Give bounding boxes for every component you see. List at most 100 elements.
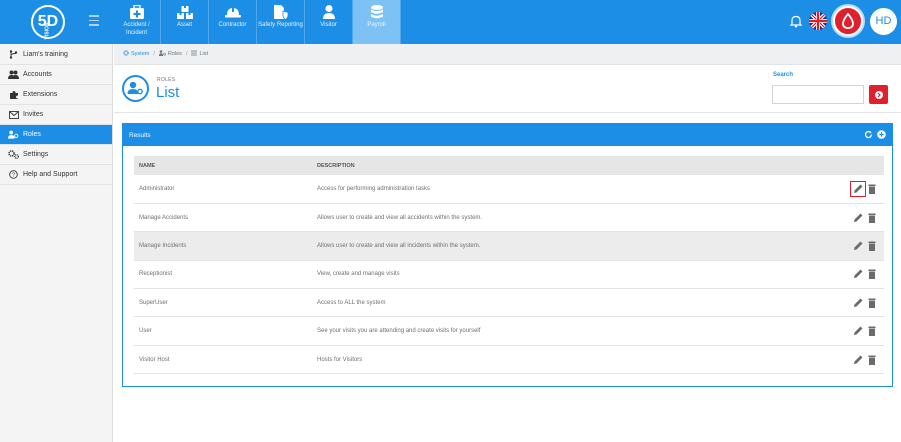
sidebar-item-label: Help and Support	[23, 171, 78, 178]
delete-trash-icon[interactable]	[866, 183, 878, 195]
logo-area: VISION 5D	[0, 0, 113, 44]
role-description: See your visits you are attending and cr…	[317, 328, 481, 335]
results-tools	[864, 130, 886, 141]
table-row[interactable]: Visitor Host Hosts for Visitors	[134, 345, 884, 374]
delete-trash-icon[interactable]	[866, 212, 878, 224]
alert-drop-button[interactable]	[833, 6, 863, 36]
cog-icon	[123, 50, 129, 58]
module-contractor[interactable]: Contractor	[209, 0, 257, 44]
table-row[interactable]: Manage Accidents Allows user to create a…	[134, 203, 884, 232]
top-bar: VISION 5D Accident / Incident Asset Contr…	[0, 0, 901, 44]
search-button[interactable]	[869, 85, 888, 104]
person-icon	[320, 4, 338, 20]
edit-pencil-icon[interactable]	[852, 354, 864, 366]
report-shield-icon	[272, 4, 290, 20]
edit-pencil-icon[interactable]	[850, 180, 867, 197]
sidebar-item-extensions[interactable]: Extensions	[0, 85, 112, 105]
drop-icon	[842, 12, 854, 29]
role-name: SuperUser	[139, 299, 168, 306]
breadcrumb-roles[interactable]: Roles	[168, 51, 182, 57]
search-label: Search	[773, 72, 794, 78]
search-go-icon	[874, 90, 883, 99]
column-header-actions	[844, 156, 884, 175]
module-asset[interactable]: Asset	[161, 0, 209, 44]
breadcrumb-system[interactable]: System	[131, 51, 149, 57]
module-safety-reporting[interactable]: Safety Reporting	[257, 0, 305, 44]
page-header: ROLES List Search	[114, 65, 901, 113]
module-payroll[interactable]: Payroll	[353, 0, 401, 44]
refresh-icon[interactable]	[864, 130, 873, 141]
search-input[interactable]	[772, 85, 864, 104]
delete-trash-icon[interactable]	[866, 325, 878, 337]
role-name: Manage Incidents	[139, 242, 187, 249]
role-name: Manage Accidents	[139, 214, 189, 221]
table-row[interactable]: Manage Incidents Allows user to create a…	[134, 231, 884, 261]
column-header-description[interactable]: DESCRIPTION	[312, 156, 844, 175]
module-accident-incident[interactable]: Accident / Incident	[113, 0, 161, 44]
role-description: Allows user to create and view all accid…	[317, 214, 483, 221]
sidebar-item-label: Extensions	[23, 91, 58, 98]
user-avatar[interactable]: HD	[870, 8, 897, 35]
svg-text:?: ?	[12, 173, 15, 179]
sidebar-item-settings[interactable]: Settings	[0, 145, 112, 165]
uk-flag-icon[interactable]	[809, 12, 827, 30]
delete-trash-icon[interactable]	[866, 268, 878, 280]
boxes-icon	[176, 4, 194, 20]
sidebar-item-roles[interactable]: Roles	[0, 125, 112, 145]
delete-trash-icon[interactable]	[866, 354, 878, 366]
add-icon[interactable]	[877, 130, 886, 141]
delete-trash-icon[interactable]	[866, 297, 878, 309]
coins-icon	[368, 4, 386, 20]
sidebar-item-training[interactable]: Liam's training	[0, 44, 112, 65]
list-icon	[191, 50, 198, 58]
branch-icon	[8, 49, 19, 59]
roles-table: NAME DESCRIPTION Administrator Access fo…	[134, 156, 884, 374]
module-nav: Accident / Incident Asset Contractor Saf…	[113, 0, 401, 44]
role-name: Administrator	[139, 185, 175, 192]
column-header-name[interactable]: NAME	[134, 156, 312, 175]
delete-trash-icon[interactable]	[866, 240, 878, 252]
role-name: Receptionist	[139, 271, 173, 278]
role-description: View, create and manage visits	[317, 271, 400, 278]
table-row[interactable]: Administrator Access for performing admi…	[134, 175, 884, 204]
row-actions	[844, 345, 884, 373]
sidebar-item-label: Liam's training	[23, 50, 68, 58]
sidebar-item-help[interactable]: ? Help and Support	[0, 165, 112, 185]
role-name: Visitor Host	[139, 356, 170, 363]
edit-pencil-icon[interactable]	[852, 325, 864, 337]
sidebar-item-invites[interactable]: Invites	[0, 105, 112, 125]
results-header: Results	[123, 124, 892, 146]
role-description: Access for performing administration tas…	[317, 185, 431, 192]
hard-hat-icon	[224, 4, 242, 20]
edit-pencil-icon[interactable]	[852, 297, 864, 309]
edit-pencil-icon[interactable]	[852, 268, 864, 280]
role-description: Access to ALL the system	[317, 299, 386, 306]
edit-pencil-icon[interactable]	[852, 240, 864, 252]
module-visitor[interactable]: Visitor	[305, 0, 353, 44]
bell-icon[interactable]	[789, 14, 803, 28]
envelope-icon	[8, 110, 19, 119]
user-key-icon	[8, 130, 19, 139]
row-actions	[844, 232, 884, 260]
users-icon	[8, 70, 19, 79]
table-row[interactable]: SuperUser Access to ALL the system	[134, 289, 884, 317]
table-header-row: NAME DESCRIPTION	[134, 156, 884, 175]
menu-toggle-icon[interactable]	[89, 15, 99, 27]
sidebar-item-label: Invites	[23, 111, 44, 118]
row-actions	[844, 203, 884, 231]
page-subtitle: ROLES	[157, 77, 176, 83]
breadcrumb-list: List	[199, 51, 209, 57]
cogs-icon	[8, 150, 19, 159]
sidebar-item-accounts[interactable]: Accounts	[0, 65, 112, 85]
table-row[interactable]: User See your visits you are attending a…	[134, 317, 884, 346]
breadcrumb: System / Roles / List	[114, 44, 901, 65]
app-logo[interactable]: VISION 5D	[31, 5, 65, 39]
sidebar-item-label: Accounts	[23, 71, 52, 78]
role-name: User	[139, 328, 152, 335]
puzzle-icon	[8, 90, 19, 99]
row-actions	[844, 289, 884, 317]
table-row[interactable]: Receptionist View, create and manage vis…	[134, 260, 884, 289]
edit-pencil-icon[interactable]	[852, 212, 864, 224]
sidebar-item-label: Roles	[23, 131, 41, 138]
results-panel: Results NAME DESCRIPTION Administrator A…	[122, 123, 893, 387]
